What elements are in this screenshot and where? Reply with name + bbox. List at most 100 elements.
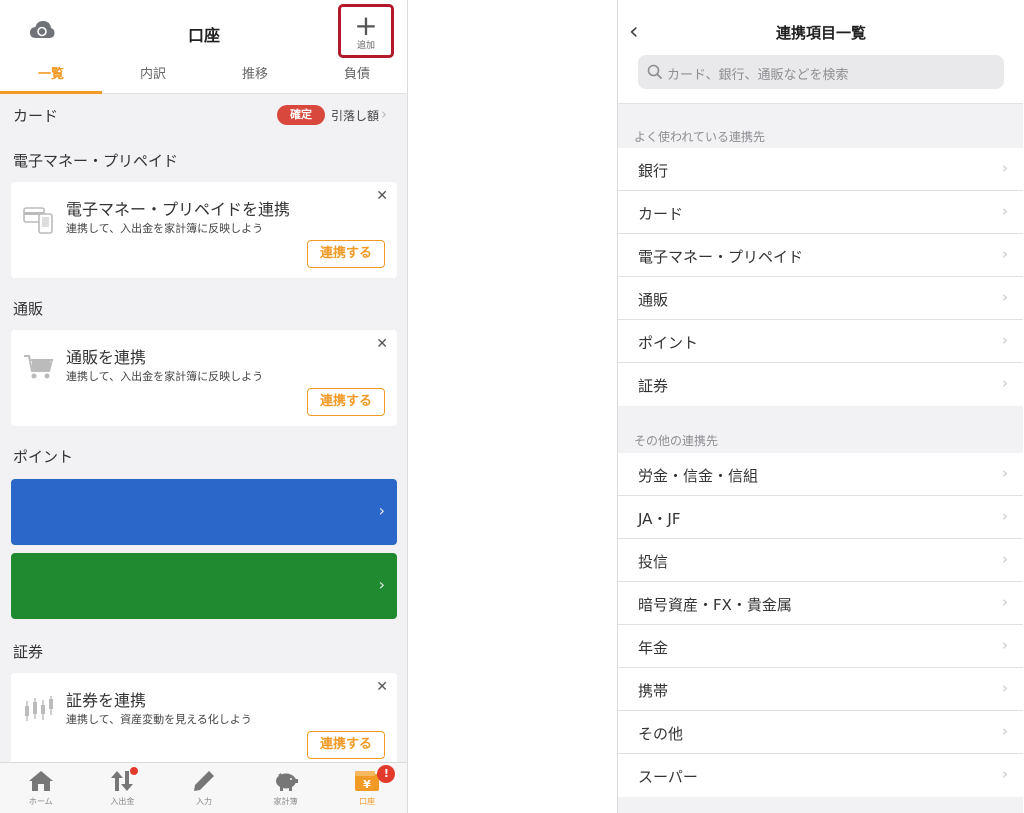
withdrawal-amount-link[interactable]: 引落し額	[331, 107, 379, 124]
panel-title: 証券を連携	[66, 691, 147, 710]
list-item-label: カード	[638, 205, 684, 223]
list-item-label: 電子マネー・プリペイド	[638, 248, 804, 266]
list-item-label: スーパー	[638, 768, 698, 786]
plus-icon: +	[354, 9, 378, 42]
point-account-bar[interactable]: ›	[11, 479, 397, 545]
prepaid-card-icon	[23, 207, 53, 234]
account-tabs: 一覧 内訳 推移 負債	[0, 58, 407, 94]
tab-breakdown[interactable]: 内訳	[102, 58, 204, 93]
search-icon	[647, 64, 663, 80]
shopping-cart-icon	[24, 355, 54, 379]
chevron-right-icon: ›	[1002, 679, 1008, 697]
tab-liabilities[interactable]: 負債	[306, 58, 407, 93]
chevron-right-icon: ›	[1002, 507, 1008, 525]
tab-list[interactable]: 一覧	[0, 58, 102, 94]
accounts-screen: 口座 + 追加 一覧 内訳 推移 負債 カード 確定 引落し額 › 電子マネー・…	[0, 0, 408, 813]
list-item[interactable]: 投信 ›	[618, 539, 1023, 582]
panel-subtitle: 連携して、資産変動を見える化しよう	[66, 713, 252, 726]
list-item[interactable]: 銀行 ›	[618, 148, 1023, 191]
section-title-securities: 証券	[13, 643, 44, 661]
piggy-bank-icon	[275, 773, 298, 791]
close-icon[interactable]: ✕	[376, 188, 388, 204]
other-list: 労金・信金・信組 › JA・JF › 投信 › 暗号資産・FX・貴金属 › 年金 › 携帯…	[618, 453, 1023, 797]
bottom-nav: ホーム 入出金 入力 家計簿 ¥ ! 口座	[0, 762, 407, 813]
chevron-right-icon: ›	[1002, 202, 1008, 220]
close-icon[interactable]: ✕	[376, 679, 388, 695]
svg-text:¥: ¥	[363, 778, 371, 791]
list-item[interactable]: 年金 ›	[618, 625, 1023, 668]
list-item-label: JA・JF	[638, 510, 681, 528]
list-item[interactable]: 証券 ›	[618, 363, 1023, 406]
list-item[interactable]: 労金・信金・信組 ›	[618, 453, 1023, 496]
list-item[interactable]: ポイント ›	[618, 320, 1023, 363]
home-icon	[28, 771, 53, 791]
list-item[interactable]: カード ›	[618, 191, 1023, 234]
alert-badge: !	[377, 765, 396, 783]
chevron-right-icon: ›	[1002, 550, 1008, 568]
list-item[interactable]: スーパー ›	[618, 754, 1023, 797]
panel-title: 通販を連携	[66, 348, 147, 367]
link-ec-button[interactable]: 連携する	[307, 388, 385, 416]
notification-dot	[129, 767, 138, 775]
wallet-icon: ¥	[355, 771, 380, 791]
link-items-screen: ‹ 連携項目一覧 カード、銀行、通販などを検索 よく使われている連携先 銀行 › …	[617, 0, 1023, 813]
emoney-link-panel: 電子マネー・プリペイドを連携 連携して、入出金を家計簿に反映しよう ✕ 連携する	[11, 182, 397, 278]
list-item[interactable]: 携帯 ›	[618, 668, 1023, 711]
panel-subtitle: 連携して、入出金を家計簿に反映しよう	[66, 370, 264, 383]
list-item-label: 証券	[638, 377, 669, 395]
securities-link-panel: 証券を連携 連携して、資産変動を見える化しよう ✕ 連携する	[11, 673, 397, 769]
add-label: 追加	[356, 41, 375, 51]
chevron-right-icon: ›	[1002, 245, 1008, 263]
search-placeholder: カード、銀行、通販などを検索	[667, 68, 849, 83]
chevron-right-icon: ›	[378, 575, 385, 594]
nav-label: 口座	[359, 797, 376, 806]
chevron-right-icon: ›	[1002, 722, 1008, 740]
panel-subtitle: 連携して、入出金を家計簿に反映しよう	[66, 222, 264, 235]
nav-household[interactable]: 家計簿	[245, 763, 327, 813]
link-emoney-button[interactable]: 連携する	[307, 240, 385, 268]
list-item[interactable]: その他 ›	[618, 711, 1023, 754]
nav-transactions[interactable]: 入出金	[82, 763, 164, 813]
close-icon[interactable]: ✕	[376, 336, 388, 352]
frequent-list: 銀行 › カード › 電子マネー・プリペイド › 通販 › ポイント › 証券 ›	[618, 148, 1023, 406]
chevron-right-icon: ›	[1002, 331, 1008, 349]
list-item-label: 暗号資産・FX・貴金属	[638, 596, 792, 614]
link-items-header: ‹ 連携項目一覧 カード、銀行、通販などを検索	[618, 0, 1023, 104]
search-input[interactable]: カード、銀行、通販などを検索	[638, 55, 1004, 89]
point-account-bar[interactable]: ›	[11, 553, 397, 619]
link-securities-button[interactable]: 連携する	[307, 731, 385, 759]
chevron-right-icon: ›	[1002, 288, 1008, 306]
list-item-label: 投信	[638, 553, 669, 571]
list-item[interactable]: 暗号資産・FX・貴金属 ›	[618, 582, 1023, 625]
list-item[interactable]: 通販 ›	[618, 277, 1023, 320]
list-item-label: ポイント	[638, 334, 699, 352]
nav-label: 家計簿	[273, 797, 298, 806]
nav-home[interactable]: ホーム	[0, 763, 82, 813]
nav-label: 入出金	[110, 797, 135, 806]
section-title-ec: 通販	[13, 300, 44, 318]
tab-trend[interactable]: 推移	[204, 58, 306, 93]
list-item-label: 年金	[638, 639, 669, 657]
list-item-label: 通販	[638, 291, 669, 309]
nav-accounts[interactable]: ¥ ! 口座	[326, 763, 407, 813]
list-item-label: 銀行	[638, 162, 669, 180]
chevron-right-icon: ›	[378, 501, 385, 520]
chevron-right-icon: ›	[1002, 765, 1008, 783]
list-item-label: その他	[638, 725, 684, 743]
section-title-point: ポイント	[13, 448, 74, 466]
add-account-button[interactable]: + 追加	[338, 4, 394, 58]
ec-link-panel: 通販を連携 連携して、入出金を家計簿に反映しよう ✕ 連携する	[11, 330, 397, 426]
chevron-right-icon: ›	[381, 105, 387, 123]
pencil-icon	[193, 771, 214, 791]
chevron-right-icon: ›	[1002, 464, 1008, 482]
chevron-right-icon: ›	[1002, 374, 1008, 392]
list-item-label: 労金・信金・信組	[638, 467, 759, 485]
status-badge: 確定	[277, 105, 325, 125]
nav-input[interactable]: 入力	[163, 763, 245, 813]
list-item[interactable]: JA・JF ›	[618, 496, 1023, 539]
group-header-other: その他の連携先	[634, 434, 719, 448]
section-title-card: カード	[13, 107, 59, 125]
nav-label: ホーム	[28, 797, 53, 806]
list-item[interactable]: 電子マネー・プリペイド ›	[618, 234, 1023, 277]
candlestick-chart-icon	[25, 696, 53, 721]
